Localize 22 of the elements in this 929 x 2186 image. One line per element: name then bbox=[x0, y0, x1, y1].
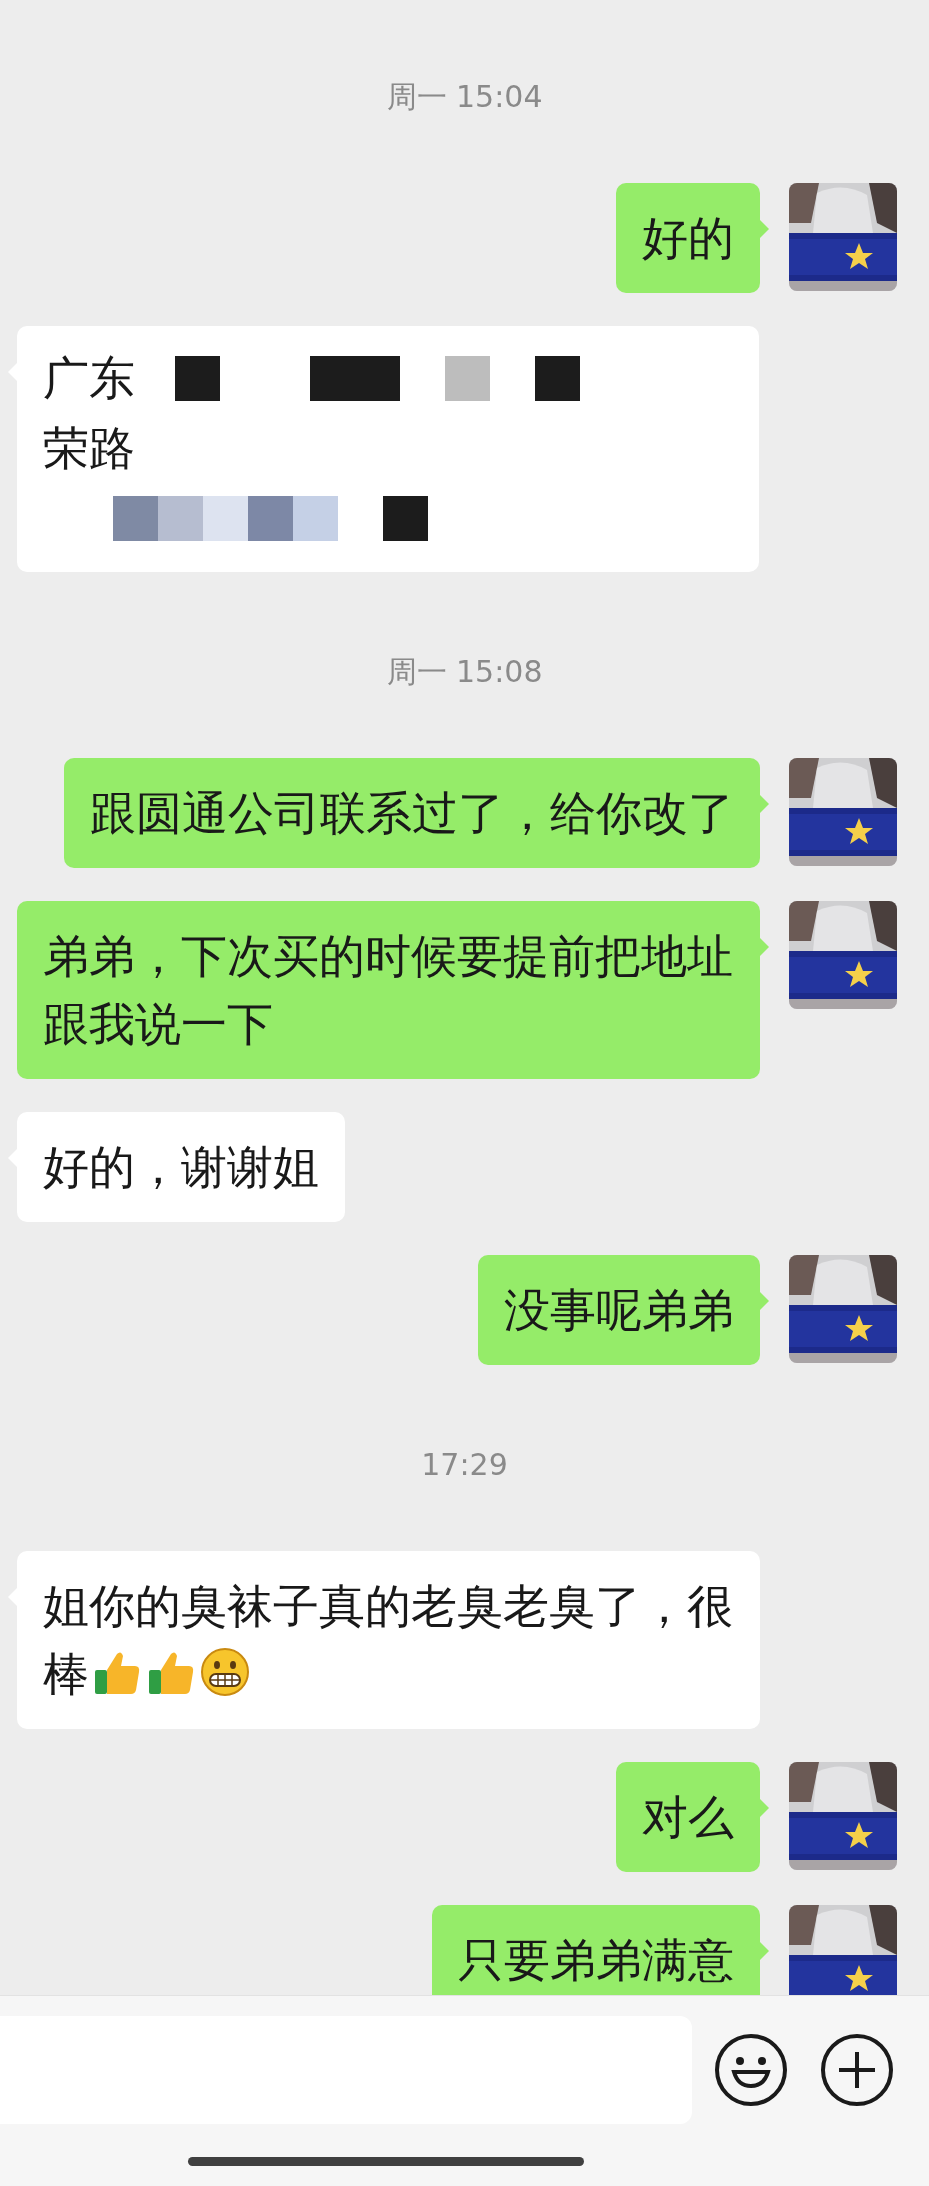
bubble-tail bbox=[759, 1291, 769, 1311]
plus-button-icon[interactable] bbox=[820, 2033, 894, 2107]
timestamp: 17:29 bbox=[421, 1446, 508, 1484]
message-bubble: 好的 bbox=[616, 183, 760, 293]
message-bubble: 对么 bbox=[616, 1762, 760, 1872]
message-bubble: 好的，谢谢姐 bbox=[17, 1112, 345, 1222]
bubble-tail bbox=[759, 937, 769, 957]
bubble-tail bbox=[759, 219, 769, 239]
bubble-tail bbox=[759, 1941, 769, 1961]
message-bubble: 只要弟弟满意 bbox=[432, 1905, 760, 1995]
address-fragment: 广东 bbox=[43, 350, 135, 407]
message-bubble: 姐你的臭袜子真的老臭老臭了，很棒 bbox=[17, 1551, 760, 1729]
timestamp: 周一 15:08 bbox=[386, 653, 543, 691]
message-bubble: 弟弟，下次买的时候要提前把地址跟我说一下 bbox=[17, 901, 760, 1079]
timestamp: 周一 15:04 bbox=[386, 78, 543, 116]
address-fragment: 荣路 bbox=[43, 420, 135, 477]
bubble-tail bbox=[759, 1798, 769, 1818]
message-bubble: 跟圆通公司联系过了，给你改了 bbox=[64, 758, 760, 868]
bubble-tail bbox=[759, 794, 769, 814]
emoji-button-icon[interactable] bbox=[714, 2033, 788, 2107]
grin-icon bbox=[199, 1646, 251, 1698]
message-bubble: 没事呢弟弟 bbox=[478, 1255, 760, 1365]
